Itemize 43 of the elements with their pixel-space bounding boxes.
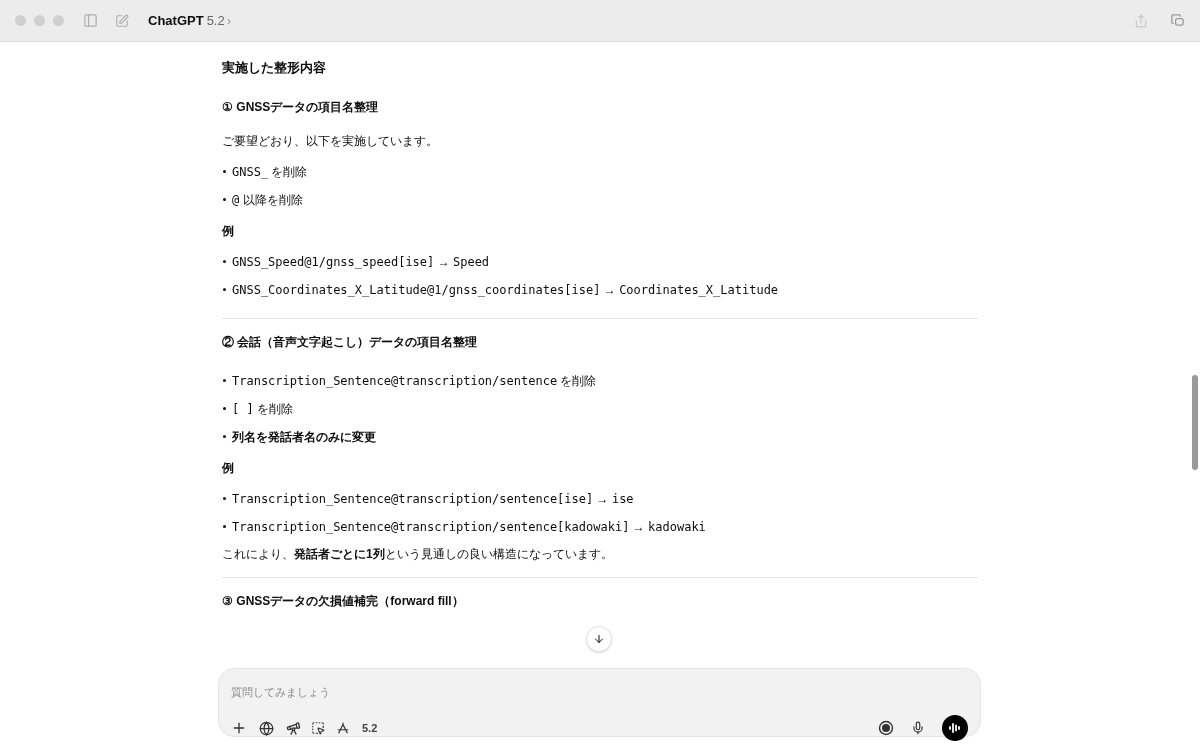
telescope-icon[interactable] bbox=[286, 720, 301, 736]
subsection-heading: ① GNSSデータの項目名整理 bbox=[222, 98, 379, 116]
list-item-text: Transcription_Sentence@transcription/sentence[kadowaki] → kadowaki bbox=[232, 518, 706, 536]
example-label: 例 bbox=[222, 459, 234, 477]
scrollbar-thumb[interactable] bbox=[1192, 375, 1198, 470]
paragraph: これにより、発話者ごとに1列という見通しの良い構造になっています。 bbox=[222, 545, 613, 563]
bullet-icon bbox=[223, 379, 226, 382]
list-item-text: 列名を発話者名のみに変更 bbox=[232, 428, 376, 446]
list-item-text: [ ] を削除 bbox=[232, 400, 294, 418]
bullet-icon bbox=[223, 170, 226, 173]
paragraph: ご要望どおり、以下を実施しています。 bbox=[222, 132, 438, 150]
example-label: 例 bbox=[222, 222, 234, 240]
canvas-icon[interactable] bbox=[311, 721, 325, 735]
microphone-icon[interactable] bbox=[911, 721, 925, 735]
list-item-text: @ 以降を削除 bbox=[232, 191, 303, 209]
bullet-icon bbox=[223, 497, 226, 500]
bullet-icon bbox=[223, 288, 226, 291]
list-item-text: GNSS_Coordinates_X_Latitude@1/gnss_coordinates[ise] → Coordinates_X_Latitude bbox=[232, 281, 779, 299]
record-icon[interactable] bbox=[878, 720, 894, 736]
model-selector[interactable]: ChatGPT 5.2› bbox=[148, 10, 232, 31]
add-icon[interactable] bbox=[231, 720, 247, 736]
message-input[interactable]: 質問してみましょう bbox=[231, 684, 968, 701]
bullet-icon bbox=[223, 198, 226, 201]
bullet-icon bbox=[223, 407, 226, 410]
bullet-icon bbox=[223, 525, 226, 528]
waveform-icon bbox=[948, 722, 962, 734]
list-item-text: GNSS_Speed@1/gnss_speed[ise] → Speed bbox=[232, 253, 490, 271]
window-icon[interactable] bbox=[1170, 13, 1185, 28]
list-item-text: Transcription_Sentence@transcription/sentence[ise] → ise bbox=[232, 490, 634, 508]
voice-button[interactable] bbox=[942, 715, 968, 741]
globe-icon[interactable] bbox=[259, 720, 274, 736]
sidebar-icon[interactable] bbox=[83, 13, 98, 28]
list-item-text: Transcription_Sentence@transcription/sentence を削除 bbox=[232, 372, 597, 390]
arrow-down-icon bbox=[593, 633, 605, 645]
scroll-down-button[interactable] bbox=[586, 626, 612, 652]
bullet-icon bbox=[223, 260, 226, 263]
bullet-icon bbox=[223, 435, 226, 438]
section-heading: 実施した整形内容 bbox=[222, 59, 326, 77]
subsection-heading: ② 会話（音声文字起こし）データの項目名整理 bbox=[222, 333, 478, 351]
subsection-heading: ③ GNSSデータの欠損値補完（forward fill） bbox=[222, 592, 464, 610]
model-button[interactable]: 5.2 bbox=[362, 719, 378, 737]
list-item-text: GNSS_ を削除 bbox=[232, 163, 308, 181]
compass-icon[interactable] bbox=[336, 721, 350, 735]
